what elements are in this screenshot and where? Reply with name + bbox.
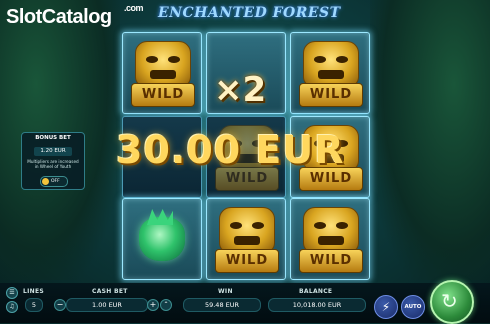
tiki-wild-symbol: WILD (299, 205, 363, 273)
slotcatalog-watermark: SlotCatalog .com (6, 3, 144, 29)
watermark-dotcom: .com (124, 3, 144, 13)
turbo-button[interactable]: ⚡ (374, 295, 398, 319)
spin-arrow-icon: ↻ (441, 289, 458, 313)
forest-background-right (370, 0, 490, 280)
decrease-bet-button[interactable]: − (54, 299, 66, 311)
tiki-wild-symbol: WILD (215, 205, 279, 273)
win-value: 59.48 EUR (183, 298, 261, 312)
wild-label: WILD (215, 249, 279, 273)
big-win-amount: 30.00 EUR (116, 128, 345, 172)
wild-label: WILD (299, 249, 363, 273)
menu-icon[interactable]: ☰ (6, 287, 18, 299)
increase-bet-button[interactable]: + (147, 299, 159, 311)
toggle-label: OFF (51, 179, 60, 184)
game-title-logo: ENCHANTED FOREST (158, 5, 341, 21)
bonus-bet-panel: BONUS BET 1.20 EUR Multipliers are incre… (21, 132, 85, 190)
win-label: WIN (218, 288, 233, 295)
autoplay-button[interactable]: AUTO (401, 295, 425, 319)
chevron-up-icon[interactable]: ⌃ (160, 299, 172, 311)
reel-cell-wild: WILD (290, 32, 370, 114)
cash-bet-value: 1.00 EUR (66, 298, 148, 312)
bonus-bet-toggle[interactable]: OFF (40, 176, 68, 187)
bonus-bet-value: 1.20 EUR (34, 147, 72, 156)
balance-value: 10,018.00 EUR (268, 298, 366, 312)
reel-cell-frog (122, 198, 202, 280)
multiplier-label: ×2 (214, 70, 267, 110)
tiki-wild-symbol: WILD (131, 39, 195, 107)
toggle-knob (42, 178, 49, 185)
reel-cell-wild: WILD (206, 198, 286, 280)
reel-cell-wild: WILD (122, 32, 202, 114)
tiki-wild-symbol: WILD (299, 39, 363, 107)
wild-label: WILD (299, 83, 363, 107)
lines-label: LINES (23, 288, 44, 295)
balance-label: BALANCE (299, 288, 333, 295)
watermark-catalog: Catalog (41, 6, 112, 28)
bonus-bet-title: BONUS BET (35, 135, 71, 141)
sound-icon[interactable]: ♫ (6, 301, 18, 313)
wild-label: WILD (131, 83, 195, 107)
cash-bet-label: CASH BET (92, 288, 128, 295)
watermark-slot: Slot (6, 6, 42, 28)
lines-value: 5 (25, 298, 43, 312)
spin-button[interactable]: ↻ (430, 280, 474, 324)
bonus-bet-description: Multipliers are increased in Wheel of Yo… (27, 159, 79, 169)
reel-cell-wild: WILD (290, 198, 370, 280)
